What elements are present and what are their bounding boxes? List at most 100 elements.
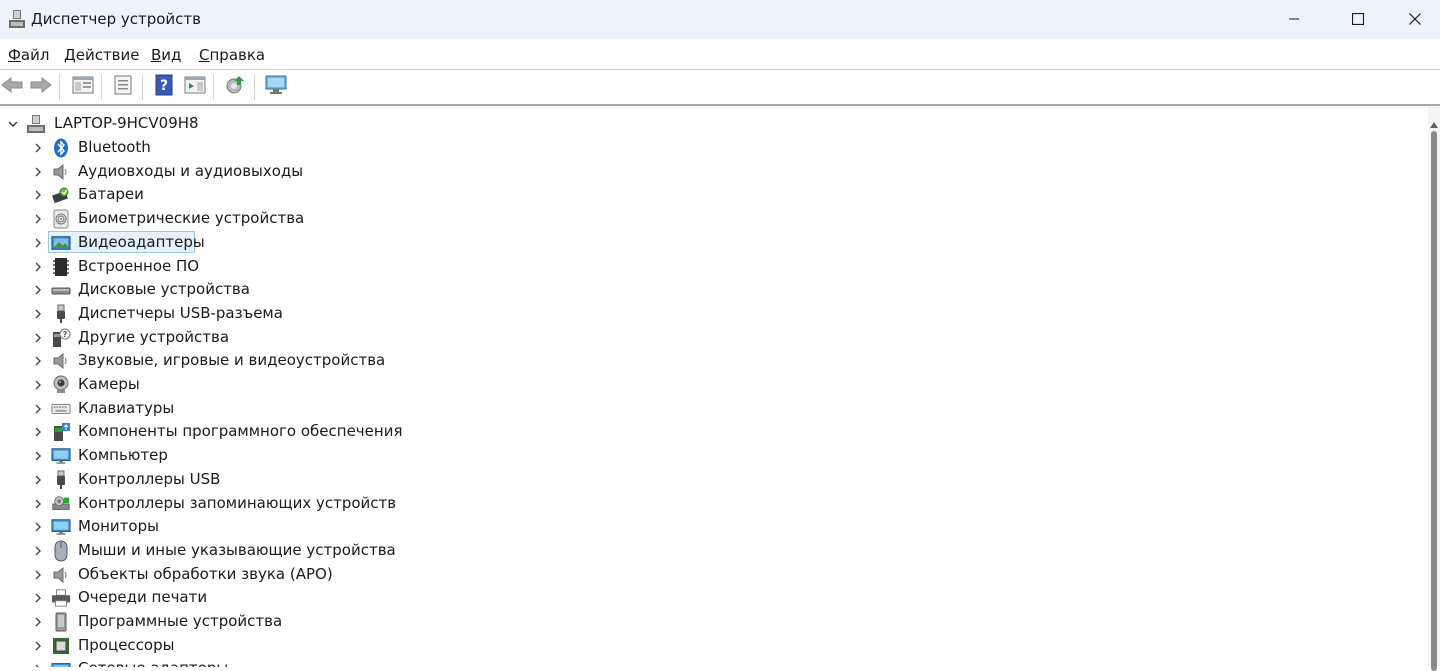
tree-category-row[interactable]: Камеры — [0, 373, 1420, 396]
toolbar-separator — [59, 74, 60, 100]
software-device-icon — [51, 612, 71, 632]
tree-root[interactable]: LAPTOP-9HCV09H8 — [0, 112, 1420, 135]
tree-category-label: Контроллеры запоминающих устройств — [78, 494, 397, 512]
scrollbar-thumb[interactable] — [1431, 131, 1437, 671]
tree-category-label: Другие устройства — [78, 328, 230, 346]
maximize-button[interactable] — [1326, 0, 1390, 39]
tree-category-row[interactable]: Аудиовходы и аудиовыходы — [0, 160, 1420, 183]
chevron-down-icon[interactable] — [6, 117, 20, 131]
tree-category-row[interactable]: Клавиатуры — [0, 397, 1420, 420]
show-hide-console-tree-button[interactable] — [71, 75, 95, 99]
chevron-right-icon[interactable] — [31, 497, 45, 511]
properties-button[interactable] — [111, 75, 135, 99]
tree-category-label: Сетевые адаптеры — [76, 659, 231, 667]
chevron-right-icon[interactable] — [31, 520, 45, 534]
tree-category-row[interactable]: Мыши и иные указывающие устройства — [0, 539, 1420, 562]
storage-controller-icon — [51, 494, 71, 514]
tree-category-label: Объекты обработки звука (APO) — [78, 565, 333, 583]
chevron-right-icon[interactable] — [31, 544, 45, 558]
chevron-right-icon[interactable] — [31, 260, 45, 274]
chevron-right-icon[interactable] — [31, 212, 45, 226]
show-action-pane-button[interactable] — [183, 75, 207, 99]
tree-category-row[interactable]: Контроллеры USB — [0, 468, 1420, 491]
title-bar: Диспетчер устройств — [0, 0, 1440, 39]
keyboard-icon — [51, 399, 71, 419]
chevron-right-icon[interactable] — [31, 165, 45, 179]
chevron-right-icon[interactable] — [31, 402, 45, 416]
chevron-right-icon[interactable] — [31, 283, 45, 297]
chevron-right-icon[interactable] — [31, 354, 45, 368]
tree-category-label: Мониторы — [78, 517, 159, 535]
tree-category-row[interactable]: Мониторы — [0, 515, 1420, 538]
chevron-right-icon[interactable] — [31, 236, 45, 250]
tree-category-row[interactable]: Компьютер — [0, 444, 1420, 467]
tree-category-row[interactable]: Видеоадаптеры — [0, 231, 1420, 254]
monitor-icon — [51, 446, 71, 466]
window-title: Диспетчер устройств — [31, 10, 202, 28]
tree-category-row[interactable]: Очереди печати — [0, 586, 1420, 609]
tree-category-label: Видеоадаптеры — [78, 233, 205, 251]
svg-text:?: ? — [160, 78, 168, 94]
menu-action[interactable]: Действие — [64, 46, 140, 64]
tree-category-row[interactable]: Программные устройства — [0, 610, 1420, 633]
tree-category-row[interactable]: Bluetooth — [0, 136, 1420, 159]
minimize-icon — [1288, 10, 1300, 29]
menu-file[interactable]: Файл — [8, 46, 49, 64]
disk-drive-icon — [51, 280, 71, 300]
tree-category-row[interactable]: Звуковые, игровые и видеоустройства — [0, 349, 1420, 372]
chevron-right-icon[interactable] — [31, 639, 45, 653]
chevron-right-icon[interactable] — [31, 449, 45, 463]
help-button[interactable]: ? — [152, 74, 176, 99]
forward-button[interactable] — [29, 75, 53, 99]
computer-network-icon — [26, 114, 46, 134]
tree-category-label: Биометрические устройства — [78, 209, 305, 227]
menu-help[interactable]: Справка — [199, 46, 265, 64]
tree-category-row[interactable]: Биометрические устройства — [0, 207, 1420, 230]
scroll-up-arrow-icon[interactable] — [1430, 113, 1438, 132]
chevron-right-icon[interactable] — [31, 568, 45, 582]
tree-category-row[interactable]: Встроенное ПО — [0, 255, 1420, 278]
software-component-icon — [51, 422, 71, 442]
tree-category-row[interactable]: Сетевые адаптеры — [0, 657, 1420, 667]
chevron-right-icon[interactable] — [31, 188, 45, 202]
chevron-right-icon[interactable] — [31, 591, 45, 605]
close-button[interactable] — [1390, 0, 1440, 39]
chevron-right-icon[interactable] — [31, 307, 45, 321]
toolbar-separator — [213, 74, 214, 100]
tree-category-row[interactable]: Компоненты программного обеспечения — [0, 420, 1420, 443]
back-arrow-icon — [1, 76, 23, 98]
tree-category-row[interactable]: Диспетчеры USB-разъема — [0, 302, 1420, 325]
toolbar-separator — [254, 74, 255, 100]
back-button[interactable] — [0, 75, 24, 99]
tree-category-label: Диспетчеры USB-разъема — [78, 304, 283, 322]
display-adapter-icon — [51, 233, 71, 253]
scan-hardware-button[interactable] — [264, 75, 288, 99]
chevron-right-icon[interactable] — [31, 615, 45, 629]
device-tree: LAPTOP-9HCV09H8 Bluetooth Аудиовходы и ау… — [0, 107, 1428, 667]
minimize-button[interactable] — [1262, 0, 1326, 39]
chevron-right-icon[interactable] — [31, 425, 45, 439]
tree-category-row[interactable]: Дисковые устройства — [0, 278, 1420, 301]
update-driver-button[interactable] — [223, 75, 247, 99]
usb-connector-icon — [51, 304, 71, 324]
mouse-icon — [51, 540, 71, 562]
monitor-icon — [51, 517, 71, 537]
chevron-right-icon[interactable] — [31, 331, 45, 345]
speaker-icon — [51, 565, 71, 585]
tree-category-row[interactable]: Процессоры — [0, 634, 1420, 657]
chevron-right-icon[interactable] — [31, 378, 45, 392]
chevron-right-icon[interactable] — [31, 662, 45, 667]
tree-category-label: Звуковые, игровые и видеоустройства — [78, 351, 386, 369]
tree-category-row[interactable]: Батареи — [0, 183, 1420, 206]
tree-category-label: Процессоры — [78, 636, 175, 654]
webcam-icon — [51, 375, 71, 395]
menu-view[interactable]: Вид — [151, 46, 181, 64]
properties-icon — [113, 75, 133, 99]
tree-category-row[interactable]: ? Другие устройства — [0, 326, 1420, 349]
chevron-right-icon[interactable] — [31, 473, 45, 487]
chevron-right-icon[interactable] — [31, 141, 45, 155]
tree-category-row[interactable]: Объекты обработки звука (APO) — [0, 563, 1420, 586]
vertical-scrollbar[interactable] — [1428, 107, 1440, 671]
tree-category-label: Очереди печати — [78, 588, 208, 606]
tree-category-row[interactable]: Контроллеры запоминающих устройств — [0, 492, 1420, 515]
